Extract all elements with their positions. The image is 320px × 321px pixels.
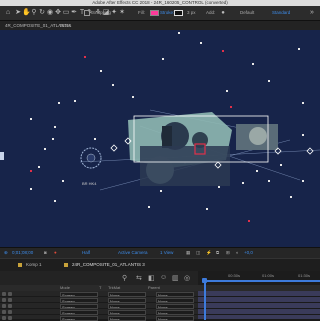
camera-dropdown[interactable]: Active Camera [118,249,148,257]
visibility-eye-icon[interactable] [2,304,6,308]
resolution-dropdown[interactable]: Half [82,249,90,257]
trkmat-dropdown[interactable]: None [108,303,146,309]
pen-tool-icon[interactable]: ✒ [70,9,78,17]
stroke-label[interactable]: Stroke: [160,9,174,17]
timeline-tab-composite[interactable]: 24R_COMPOSITE_01_ATLANTIS 3 [72,261,145,269]
current-time-indicator[interactable] [204,283,206,320]
blend-mode-dropdown[interactable]: Screen [60,291,98,297]
tools-panel: ⌂ ➤ ✋ ⚲ ↻ ◉ ✥ ▭ ✒ T ✎ ⚘ ◪ ✦ ✶ Snapping F… [0,6,320,21]
audio-toggle-icon[interactable] [8,304,12,308]
trkmat-dropdown[interactable]: None [108,291,146,297]
audio-toggle-icon[interactable] [8,316,12,320]
timeline-tabs: Komp 1 24R_COMPOSITE_01_ATLANTIS 3 [0,258,320,271]
workspace-standard[interactable]: Standard [272,9,290,17]
blend-mode-dropdown[interactable]: Screen [60,309,98,315]
stroke-color-swatch[interactable] [174,10,183,16]
timeline-icon[interactable]: ⧉ [216,249,219,257]
layer-row[interactable]: Screen None None [0,315,198,321]
parent-dropdown[interactable]: None [156,303,194,309]
audio-toggle-icon[interactable] [8,298,12,302]
blend-mode-dropdown[interactable]: Screen [60,303,98,309]
parent-dropdown[interactable]: None [156,309,194,315]
exposure-value[interactable]: +0,0 [244,249,253,257]
zoom-tool-icon[interactable]: ⚲ [30,9,38,17]
fill-label: Fill: [138,10,145,15]
blend-mode-dropdown[interactable]: Screen [60,297,98,303]
flowchart-icon[interactable]: ⊞ [226,249,230,257]
visibility-eye-icon[interactable] [2,316,6,320]
camera-tool-icon[interactable]: ◉ [46,9,54,17]
trkmat-dropdown[interactable]: None [108,297,146,303]
fill-color-swatch[interactable] [150,10,159,16]
parent-dropdown[interactable]: None [156,291,194,297]
toggle-3d-icon[interactable]: ◫ [196,249,200,257]
snapshot-icon[interactable]: ◙ [44,249,47,257]
motion-blur-icon[interactable]: ◎ [184,274,190,282]
views-dropdown[interactable]: 1 View [160,249,173,257]
trkmat-dropdown[interactable]: None [108,309,146,315]
audio-toggle-icon[interactable] [8,310,12,314]
comp-label-color-icon [64,263,68,267]
comp-label-color-icon [18,263,22,267]
snapping-checkbox[interactable] [84,10,90,16]
shy-layers-icon[interactable]: ☺ [160,274,167,281]
home-icon[interactable]: ⌂ [4,9,12,17]
search-icon[interactable]: ⚲ [122,274,127,282]
add-label[interactable]: Add: [206,9,215,17]
timeline-tab-komp1[interactable]: Komp 1 [26,261,42,269]
frame-blending-icon[interactable]: ▥ [172,274,179,282]
footage-layer[interactable] [128,112,278,186]
add-dropdown-icon[interactable]: ● [219,9,227,17]
composition-tabs: 4R_COMPOSITE_01_ATLANTIS ◂ TESA [0,21,320,30]
more-workspaces-icon[interactable]: » [308,9,316,17]
time-ruler[interactable]: 00:30s 01:00s 01:30s [198,271,320,285]
visibility-eye-icon[interactable] [2,298,6,302]
visibility-eye-icon[interactable] [2,310,6,314]
layer-duration-bar[interactable] [198,315,320,320]
viewer-canvas: BR HK4 [0,32,320,222]
fast-preview-icon[interactable]: ⚡ [206,249,212,257]
hud-annotation: BR HK4 [82,181,97,186]
visibility-eye-icon[interactable] [2,292,6,296]
workspace-default[interactable]: Default [240,9,254,17]
parent-dropdown[interactable]: None [156,297,194,303]
roto-brush-icon[interactable]: ✦ [110,9,118,17]
audio-toggle-icon[interactable] [8,292,12,296]
magnification-icon[interactable]: ⊕ [4,249,8,257]
preview-timecode[interactable]: 0;01;08;00 [12,249,33,257]
hud-circle [80,147,102,169]
work-area-bar[interactable] [202,280,320,282]
viewer-footer: ⊕ 0;01;08;00 ◙ ● Half Active Camera 1 Vi… [0,247,320,258]
viewer-edge-marker [0,152,4,160]
rotate-tool-icon[interactable]: ↻ [38,9,46,17]
ruler-tick: 01:30s [298,273,311,278]
puppet-pin-icon[interactable]: ✶ [118,9,126,17]
toggle-grid-icon[interactable]: ▦ [186,249,190,257]
show-channel-icon[interactable]: ● [54,249,57,257]
snapping-label: Snapping [92,10,112,15]
rectangle-tool-icon[interactable]: ▭ [62,9,70,17]
comp-tab-next[interactable]: TESA [56,22,74,29]
exposure-icon[interactable]: ◐ [236,249,239,257]
composition-viewer[interactable]: BR HK4 [0,30,320,247]
stroke-width-value[interactable]: 3 px [187,9,196,17]
ruler-tick: 01:00s [262,273,275,278]
hand-tool-icon[interactable]: ✋ [22,9,31,17]
selection-tool-icon[interactable]: ➤ [14,9,22,17]
comp-mini-flowchart-icon[interactable]: ⇆ [136,274,142,282]
pan-behind-icon[interactable]: ✥ [54,9,62,17]
ruler-tick: 00:30s [228,273,241,278]
draft-3d-icon[interactable]: ◧ [148,274,155,282]
